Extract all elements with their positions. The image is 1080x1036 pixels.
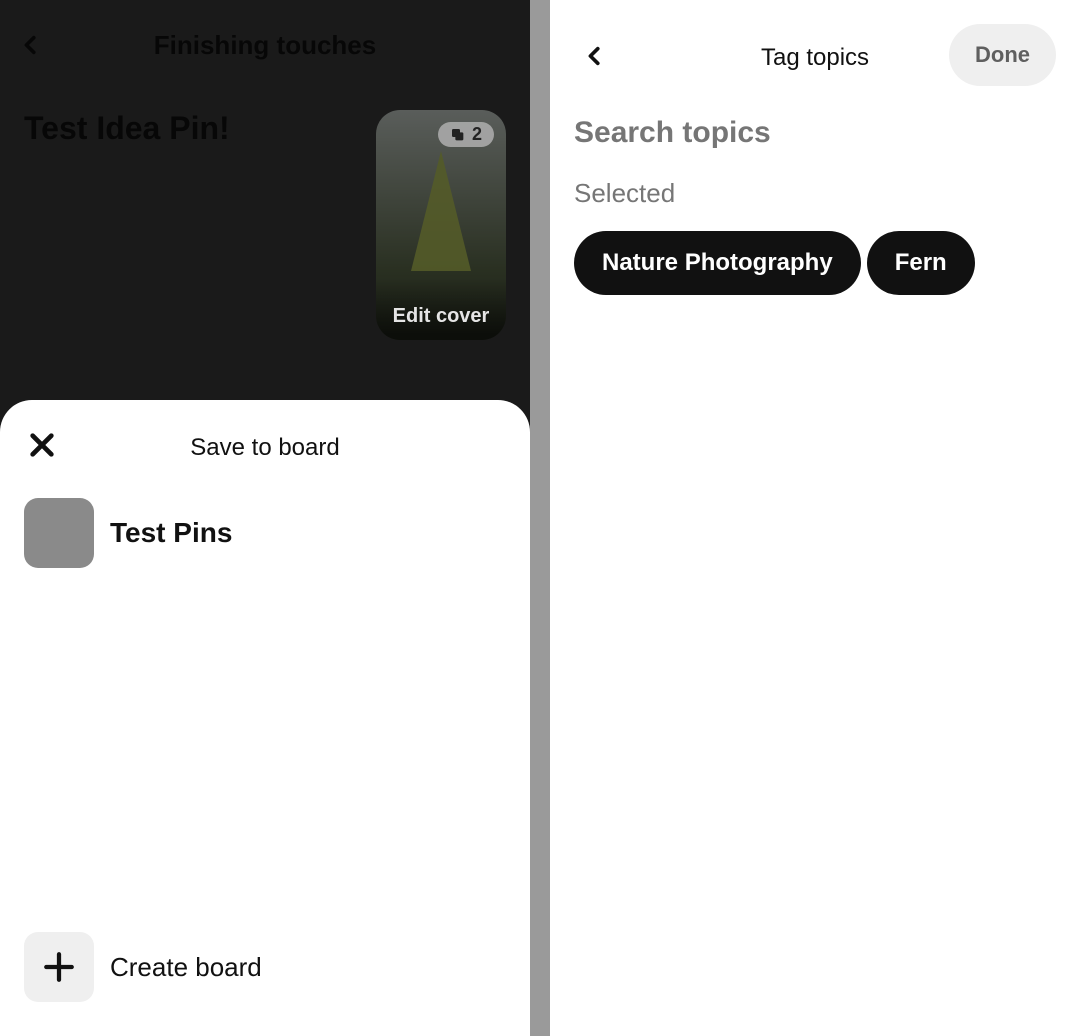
finishing-touches-screen: Finishing touches Test Idea Pin! 2 Edit …: [0, 0, 530, 1036]
page-count-badge: 2: [438, 122, 494, 147]
panel-divider: [530, 0, 550, 1036]
plus-icon: [24, 932, 94, 1002]
board-item[interactable]: Test Pins: [24, 492, 506, 574]
save-to-board-sheet: Save to board Test Pins Create board: [0, 400, 530, 1036]
sheet-title: Save to board: [24, 434, 506, 462]
selected-topics-list: Nature Photography Fern: [574, 231, 1056, 295]
create-board-button[interactable]: Create board: [24, 932, 506, 1012]
search-topics-input[interactable]: [574, 116, 1056, 150]
back-icon[interactable]: [584, 41, 606, 75]
stack-icon: [450, 127, 466, 143]
tag-topics-screen: Tag topics Done Selected Nature Photogra…: [550, 0, 1080, 1036]
create-board-label: Create board: [110, 952, 262, 983]
board-name: Test Pins: [110, 517, 232, 549]
topic-chip[interactable]: Nature Photography: [574, 231, 861, 295]
tag-topics-header: Tag topics Done: [574, 24, 1056, 92]
topic-chip[interactable]: Fern: [867, 231, 975, 295]
page-count-value: 2: [472, 124, 482, 145]
selected-section-label: Selected: [574, 178, 1056, 209]
done-button[interactable]: Done: [949, 24, 1056, 86]
board-thumbnail: [24, 498, 94, 568]
edit-cover-button[interactable]: Edit cover: [376, 279, 506, 340]
close-icon[interactable]: [28, 431, 56, 465]
sheet-header: Save to board: [24, 424, 506, 472]
